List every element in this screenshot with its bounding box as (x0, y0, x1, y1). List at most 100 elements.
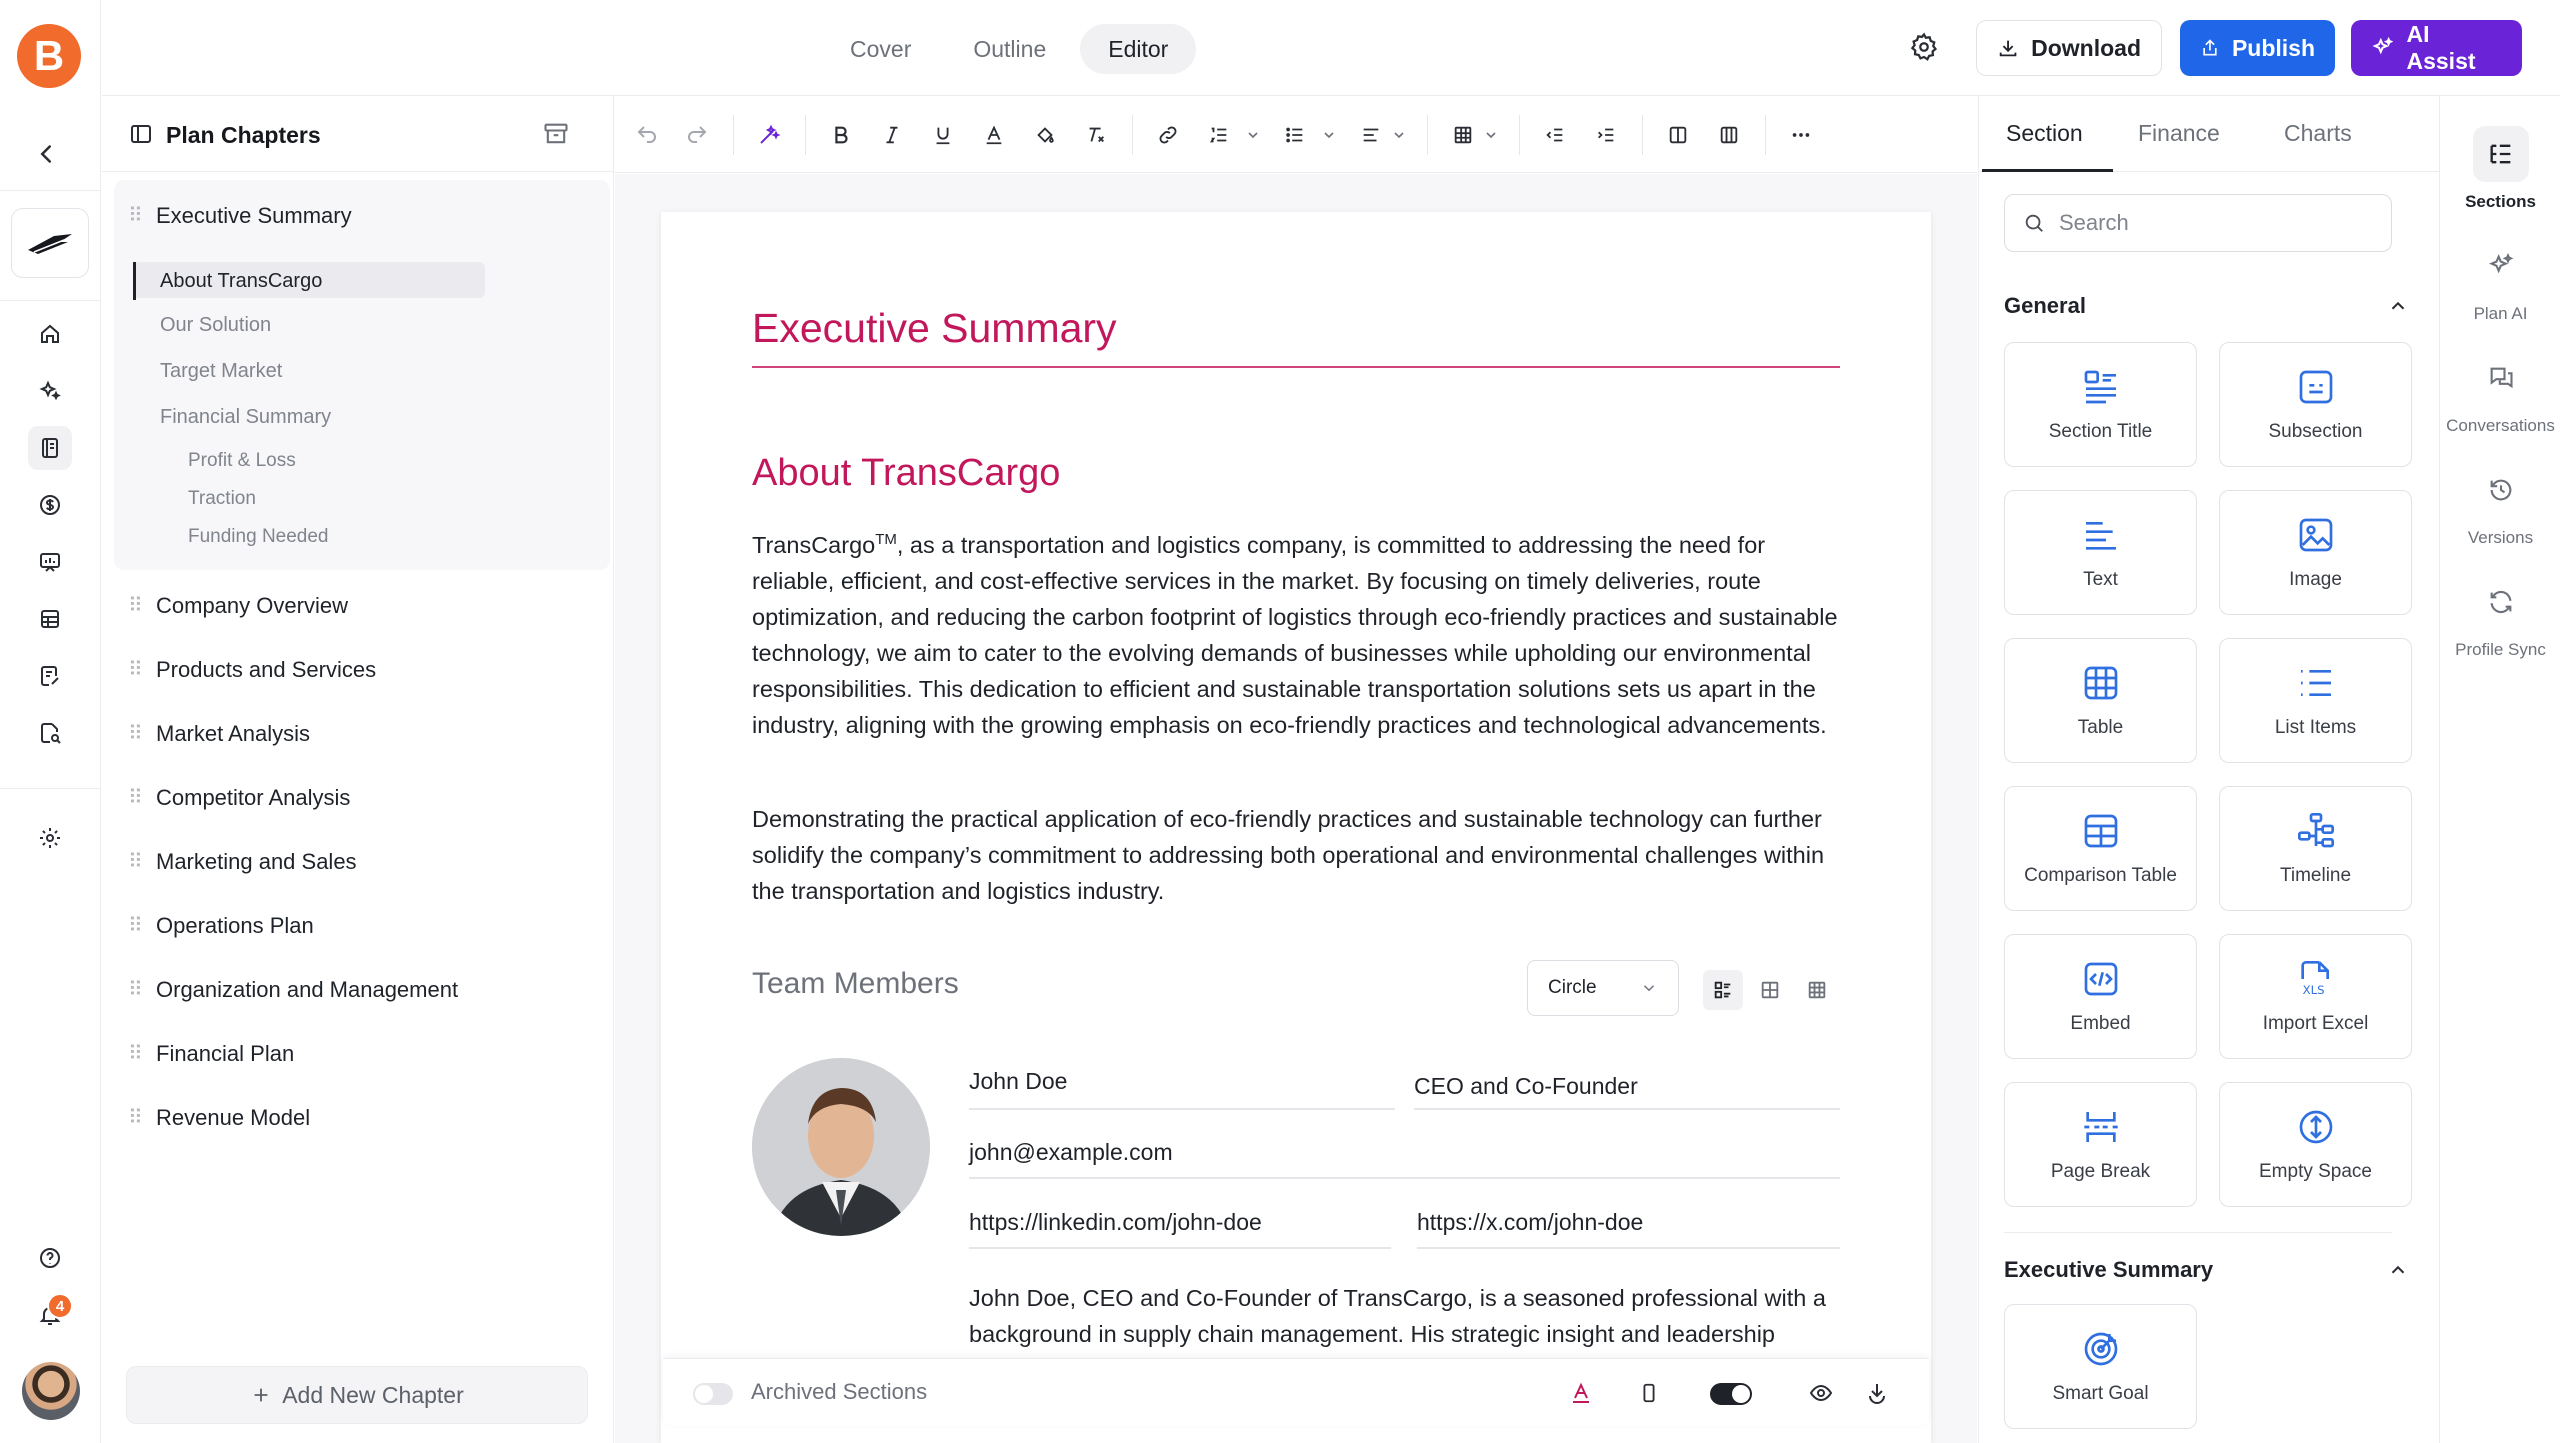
tab-cover[interactable]: Cover (822, 24, 939, 74)
chapter-financial-plan[interactable]: Financial Plan (156, 1041, 294, 1067)
grid-view-icon[interactable] (1750, 970, 1790, 1010)
member-photo[interactable] (752, 1058, 930, 1236)
drag-handle-icon[interactable]: ⠿ (128, 980, 143, 1000)
tab-charts[interactable]: Charts (2284, 120, 2352, 147)
block-embed[interactable]: Embed (2004, 934, 2197, 1059)
presentation-icon[interactable] (28, 540, 72, 584)
italic-icon[interactable] (876, 119, 908, 151)
bullet-list-icon[interactable] (1279, 119, 1311, 151)
more-options-icon[interactable] (1785, 119, 1817, 151)
list-view-icon[interactable] (1703, 970, 1743, 1010)
member-linkedin-field[interactable]: https://linkedin.com/john-doe (969, 1209, 1262, 1236)
drag-handle-icon[interactable]: ⠿ (128, 596, 143, 616)
document-search-icon[interactable] (28, 711, 72, 755)
ai-assist-button[interactable]: AI Assist (2351, 20, 2522, 76)
drag-handle-icon[interactable]: ⠿ (128, 1044, 143, 1064)
insert-table-icon[interactable] (1447, 119, 1479, 151)
highlight-fill-icon[interactable] (1029, 119, 1061, 151)
underline-icon[interactable] (927, 119, 959, 151)
member-role-field[interactable]: CEO and Co-Founder (1414, 1073, 1638, 1100)
block-search-input[interactable]: Search (2004, 194, 2392, 252)
outdent-icon[interactable] (1539, 119, 1571, 151)
archived-sections-toggle[interactable] (693, 1383, 733, 1405)
tab-section[interactable]: Section (2006, 120, 2083, 147)
chevron-down-icon[interactable] (1321, 127, 1337, 143)
section-heading[interactable]: About TransCargo (752, 452, 1060, 495)
rail-item-profile-sync[interactable]: Profile Sync (2440, 574, 2560, 660)
document-edit-icon[interactable] (28, 654, 72, 698)
chapter-heading[interactable]: Executive Summary (752, 305, 1117, 352)
member-name-field[interactable]: John Doe (969, 1068, 1067, 1095)
bold-icon[interactable] (825, 119, 857, 151)
section-about-transcargo[interactable]: About TransCargo (160, 270, 322, 293)
three-columns-icon[interactable] (1713, 119, 1745, 151)
user-avatar[interactable] (22, 1362, 80, 1420)
block-empty-space[interactable]: Empty Space (2219, 1082, 2412, 1207)
app-logo[interactable]: B (17, 24, 81, 88)
compact-grid-icon[interactable] (1797, 970, 1837, 1010)
clear-format-icon[interactable] (1080, 119, 1112, 151)
company-logo[interactable] (11, 208, 89, 278)
settings-gear-icon[interactable] (1909, 32, 1939, 62)
subsection-funding-needed[interactable]: Funding Needed (188, 526, 329, 548)
rail-item-plan-ai[interactable]: Plan AI (2440, 238, 2560, 324)
download-button[interactable]: Download (1976, 20, 2162, 76)
rail-item-versions[interactable]: Versions (2440, 462, 2560, 548)
collapse-sidebar-icon[interactable] (31, 139, 61, 169)
chapter-organization-management[interactable]: Organization and Management (156, 977, 458, 1003)
add-chapter-button[interactable]: Add New Chapter (126, 1366, 588, 1424)
paragraph-1[interactable]: TransCargoTM, as a transportation and lo… (752, 522, 1842, 743)
block-timeline[interactable]: Timeline (2219, 786, 2412, 911)
block-smart-goal[interactable]: Smart Goal (2004, 1304, 2197, 1429)
text-color-icon[interactable] (978, 119, 1010, 151)
rail-item-conversations[interactable]: Conversations (2440, 350, 2560, 436)
chapter-marketing-sales[interactable]: Marketing and Sales (156, 849, 357, 875)
undo-icon[interactable] (631, 119, 663, 151)
section-target-market[interactable]: Target Market (160, 360, 282, 383)
tab-finance[interactable]: Finance (2138, 120, 2220, 147)
block-section-title[interactable]: Section Title (2004, 342, 2197, 467)
drag-handle-icon[interactable]: ⠿ (128, 852, 143, 872)
plan-editor-icon[interactable] (28, 426, 72, 470)
redo-icon[interactable] (681, 119, 713, 151)
member-email-field[interactable]: john@example.com (969, 1139, 1173, 1166)
indent-icon[interactable] (1590, 119, 1622, 151)
member-x-field[interactable]: https://x.com/john-doe (1417, 1209, 1643, 1236)
drag-handle-icon[interactable]: ⠿ (128, 916, 143, 936)
chevron-down-icon[interactable] (1483, 127, 1499, 143)
block-import-excel[interactable]: XLS Import Excel (2219, 934, 2412, 1059)
chevron-up-icon[interactable] (2387, 1259, 2409, 1281)
block-text[interactable]: Text (2004, 490, 2197, 615)
help-icon[interactable] (28, 1236, 72, 1280)
home-icon[interactable] (28, 312, 72, 356)
block-table[interactable]: Table (2004, 638, 2197, 763)
drag-handle-icon[interactable]: ⠿ (128, 788, 143, 808)
publish-button[interactable]: Publish (2180, 20, 2335, 76)
paragraph-2[interactable]: Demonstrating the practical application … (752, 801, 1842, 909)
table-icon[interactable] (28, 597, 72, 641)
drag-handle-icon[interactable]: ⠿ (128, 724, 143, 744)
preview-eye-icon[interactable] (1805, 1377, 1837, 1409)
drag-handle-icon[interactable]: ⠿ (128, 206, 143, 226)
mobile-preview-icon[interactable] (1633, 1377, 1665, 1409)
text-style-icon[interactable] (1565, 1377, 1597, 1409)
rail-item-sections[interactable]: Sections (2440, 126, 2560, 212)
block-subsection[interactable]: Subsection (2219, 342, 2412, 467)
chevron-down-icon[interactable] (1391, 127, 1407, 143)
chapter-competitor-analysis[interactable]: Competitor Analysis (156, 785, 350, 811)
block-list-items[interactable]: List Items (2219, 638, 2412, 763)
archive-icon[interactable] (542, 120, 570, 148)
chapter-company-overview[interactable]: Company Overview (156, 593, 348, 619)
block-image[interactable]: Image (2219, 490, 2412, 615)
drag-handle-icon[interactable]: ⠿ (128, 1108, 143, 1128)
sidebar-toggle-icon[interactable] (129, 122, 153, 146)
avatar-shape-select[interactable]: Circle (1527, 960, 1679, 1016)
chapter-revenue-model[interactable]: Revenue Model (156, 1105, 310, 1131)
ai-wand-icon[interactable] (753, 119, 785, 151)
ai-sparkle-icon[interactable] (28, 369, 72, 413)
chevron-down-icon[interactable] (1245, 127, 1261, 143)
chapter-market-analysis[interactable]: Market Analysis (156, 721, 310, 747)
tab-outline[interactable]: Outline (945, 24, 1074, 74)
section-financial-summary[interactable]: Financial Summary (160, 406, 331, 429)
chapter-operations-plan[interactable]: Operations Plan (156, 913, 314, 939)
